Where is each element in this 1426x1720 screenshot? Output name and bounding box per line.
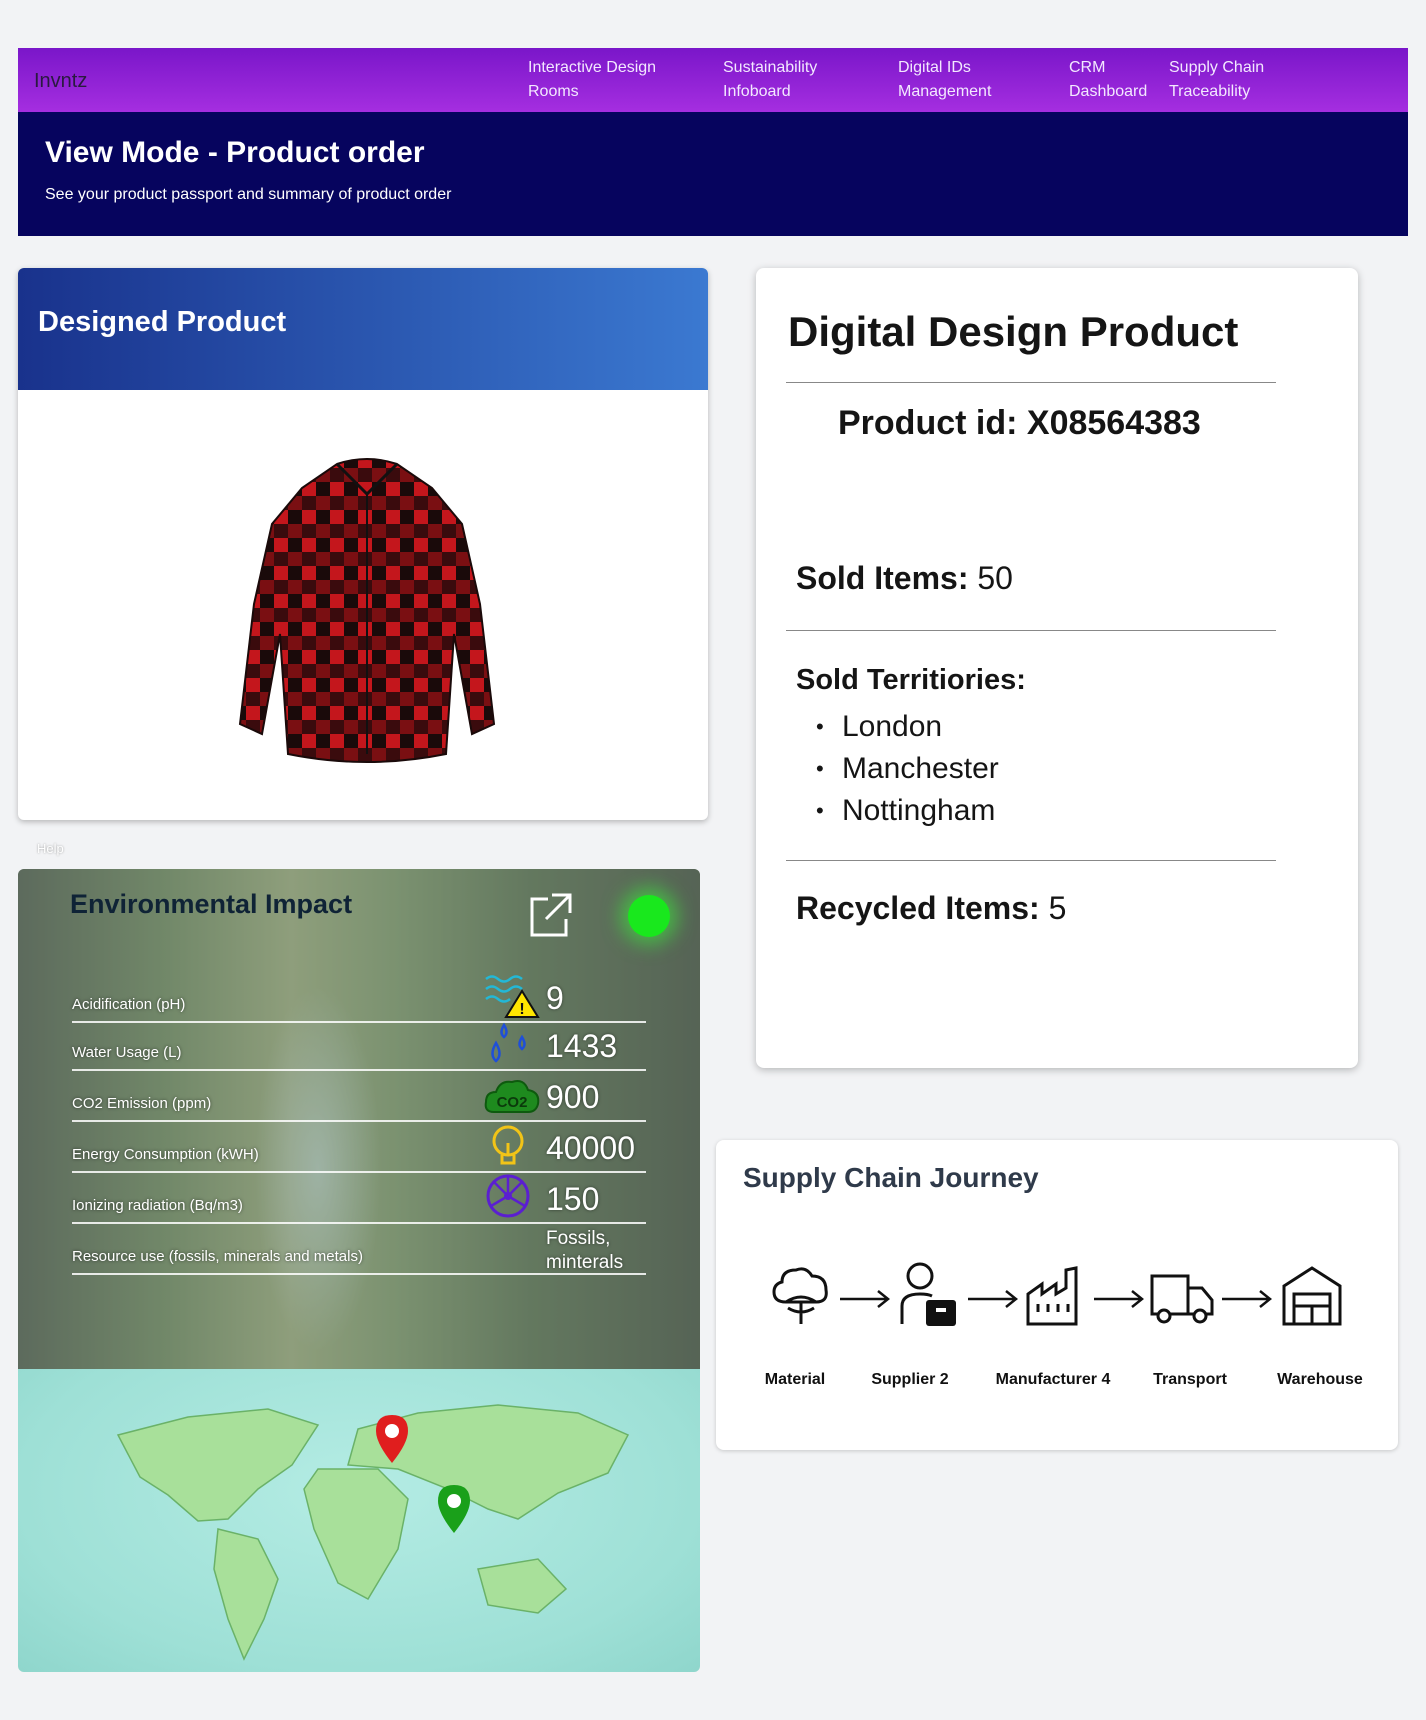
env-row-energy-consumption: Energy Consumption (kWH) 40000 <box>72 1123 646 1173</box>
product-card-title: Digital Design Product <box>788 308 1239 355</box>
arrow-right-icon <box>1094 1290 1145 1308</box>
map-pin-green[interactable] <box>438 1485 470 1533</box>
warehouse-icon[interactable] <box>1278 1262 1348 1332</box>
env-row-label: Resource use (fossils, minerals and meta… <box>72 1248 363 1265</box>
environmental-impact-title: Environmental Impact <box>70 889 353 919</box>
env-row-value: 900 <box>546 1079 600 1115</box>
env-row-ionizing-radiation: Ionizing radiation (Bq/m3) 150 <box>72 1174 646 1224</box>
svg-text:CO2: CO2 <box>497 1094 528 1111</box>
nav-link-interactive-design-rooms[interactable]: Interactive Design Rooms <box>528 56 656 104</box>
env-row-value: 1433 <box>546 1028 618 1064</box>
external-link-icon[interactable] <box>526 891 574 939</box>
arrow-right-icon <box>968 1290 1019 1308</box>
page-subtitle: See your product passport and summary of… <box>45 186 452 203</box>
sold-items-value: 50 <box>977 560 1013 596</box>
bulb-icon <box>492 1125 524 1165</box>
sold-items-label: Sold Items: <box>796 560 969 596</box>
supply-step-label: Material <box>764 1371 826 1388</box>
designed-product-card: Designed Product <box>18 268 708 820</box>
supplier-icon[interactable] <box>896 1262 966 1332</box>
supply-step-label: Transport <box>1153 1371 1227 1388</box>
divider <box>786 630 1276 631</box>
nav-link-supply-chain-traceability[interactable]: Supply Chain Traceability <box>1169 56 1264 104</box>
env-row-label: Energy Consumption (kWH) <box>72 1146 259 1163</box>
plaid-shirt-image <box>238 458 496 763</box>
arrow-right-icon <box>840 1290 891 1308</box>
nav-link-crm-dashboard[interactable]: CRM Dashboard <box>1069 56 1147 104</box>
radiation-icon <box>486 1174 530 1218</box>
page-header-banner: View Mode - Product order See your produ… <box>18 112 1408 236</box>
world-map <box>18 1369 700 1672</box>
nav-link-sustainability-infoboard[interactable]: Sustainability Infoboard <box>723 56 817 104</box>
status-indicator-dot <box>628 895 670 937</box>
env-row-label: Acidification (pH) <box>72 996 186 1013</box>
product-id-label: Product id: <box>838 404 1018 442</box>
sold-territories-label: Sold Territiories: <box>796 664 1026 696</box>
environmental-impact-panel: Environmental Impact Acidification (pH) … <box>18 869 700 1369</box>
env-row-resource-use: Resource use (fossils, minerals and meta… <box>72 1225 646 1275</box>
env-row-acidification: Acidification (pH) ! 9 <box>72 973 646 1023</box>
arrow-right-icon <box>1222 1290 1273 1308</box>
world-map-graphic <box>116 1404 630 1661</box>
acid-warning-icon: ! <box>485 975 540 1018</box>
recycled-items-label: Recycled Items: <box>796 890 1040 926</box>
sold-items: Sold Items: 50 <box>796 560 1013 597</box>
env-row-value: Fossils, minterals <box>546 1228 624 1273</box>
supply-chain-title: Supply Chain Journey <box>743 1162 1039 1193</box>
digital-design-product-card: Digital Design Product Product id: X0856… <box>756 268 1358 1068</box>
env-row-co2-emission: CO2 Emission (ppm) CO2 900 <box>72 1072 646 1122</box>
supply-step-label: Manufacturer 4 <box>995 1371 1111 1388</box>
designed-product-title: Designed Product <box>38 306 287 338</box>
env-row-label: Ionizing radiation (Bq/m3) <box>72 1197 243 1214</box>
env-row-water-usage: Water Usage (L) 1433 <box>72 1021 646 1071</box>
env-row-value: 40000 <box>546 1130 635 1166</box>
page-title: View Mode - Product order <box>45 136 425 169</box>
env-row-label: Water Usage (L) <box>72 1044 182 1061</box>
supply-chain-card: Supply Chain Journey Material Supplier 2… <box>716 1140 1398 1450</box>
cotton-icon[interactable] <box>766 1262 836 1332</box>
help-link[interactable]: Help <box>37 841 64 856</box>
supply-step-label: Supplier 2 <box>871 1371 949 1388</box>
territories-list: London Manchester Nottingham <box>816 706 999 832</box>
co2-cloud-icon: CO2 <box>484 1080 540 1113</box>
water-drops-icon <box>491 1022 526 1063</box>
truck-icon[interactable] <box>1148 1262 1218 1332</box>
env-row-value: 9 <box>546 980 564 1016</box>
brand-logo[interactable]: Invntz <box>34 70 87 93</box>
designed-product-header: Designed Product <box>18 268 708 390</box>
supply-step-label: Warehouse <box>1277 1371 1363 1388</box>
env-row-label: CO2 Emission (ppm) <box>72 1095 212 1112</box>
product-id-value: X08564383 <box>1026 404 1201 442</box>
nav-link-digital-ids-management[interactable]: Digital IDs Management <box>898 56 991 104</box>
top-navbar: Invntz Interactive Design Rooms Sustaina… <box>18 48 1408 112</box>
product-id: Product id: X08564383 <box>838 404 1201 443</box>
divider <box>786 860 1276 861</box>
svg-text:!: ! <box>519 1001 524 1018</box>
territory-item: Nottingham <box>816 790 999 832</box>
territory-item: Manchester <box>816 748 999 790</box>
territory-item: London <box>816 706 999 748</box>
recycled-items: Recycled Items: 5 <box>796 890 1066 927</box>
recycled-items-value: 5 <box>1048 890 1067 926</box>
env-row-value: 150 <box>546 1181 600 1217</box>
factory-icon[interactable] <box>1020 1262 1090 1332</box>
divider <box>786 382 1276 383</box>
